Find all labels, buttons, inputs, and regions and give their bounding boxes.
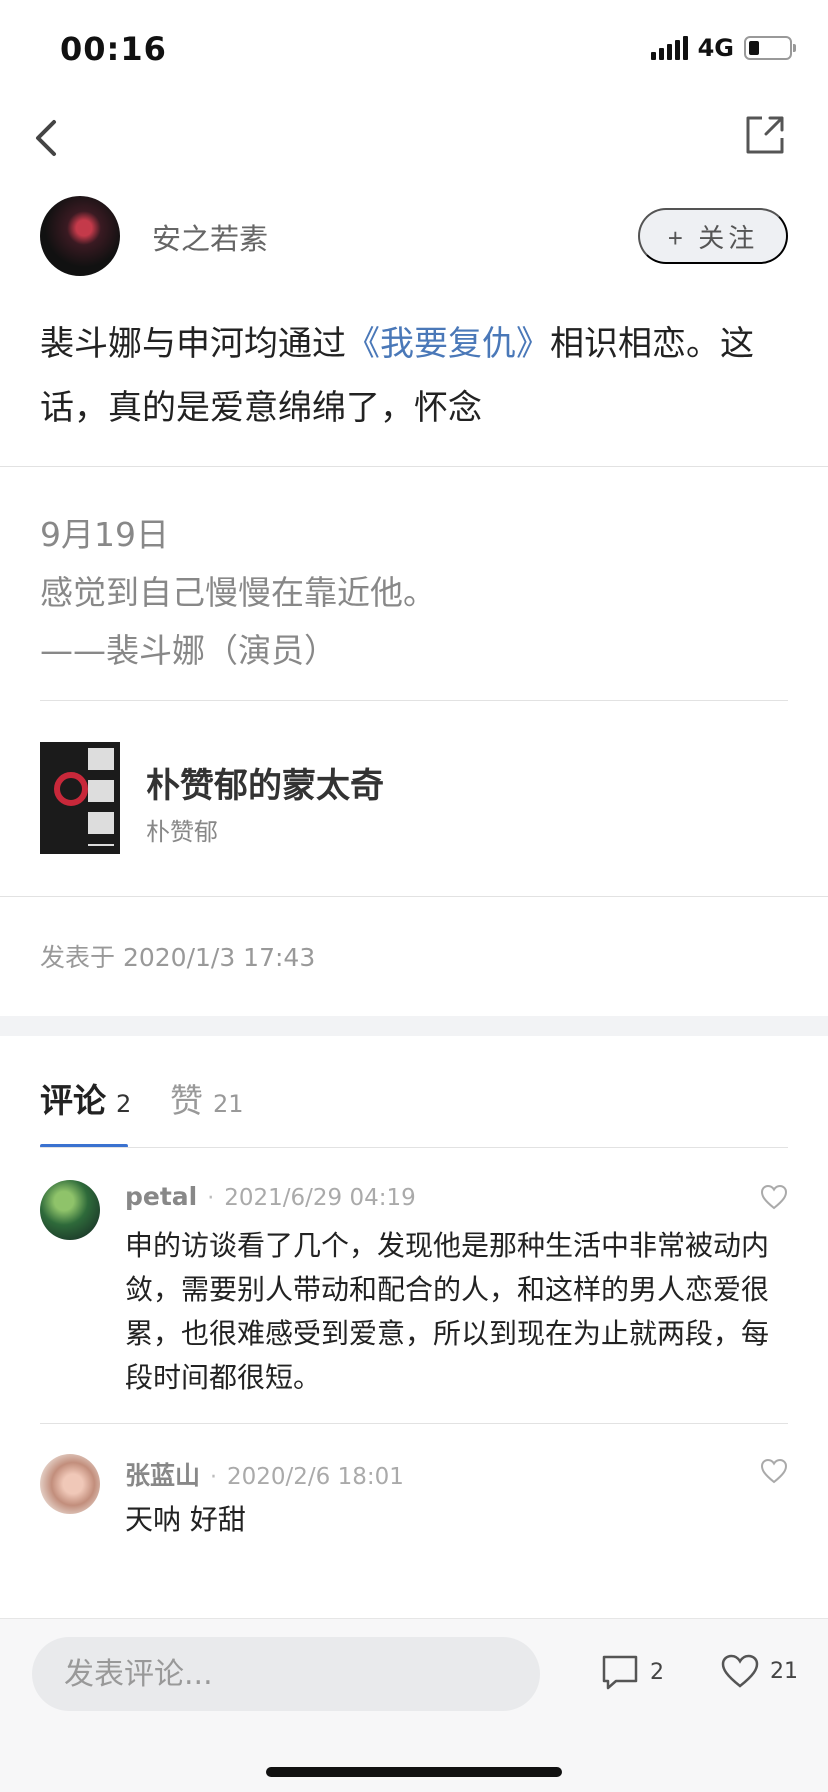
network-label: 4G bbox=[697, 34, 734, 62]
post-link[interactable]: 《我要复仇》 bbox=[346, 324, 550, 364]
bottom-bar: 2 21 bbox=[0, 1618, 828, 1792]
post-content: 裴斗娜与申河均通过《我要复仇》相识相恋。这话，真的是爱意绵绵了，怀念 bbox=[40, 312, 790, 440]
divider bbox=[0, 466, 828, 467]
book-author: 朴赞郁 bbox=[146, 818, 218, 846]
comment-text: 天呐 好甜 bbox=[125, 1503, 246, 1536]
comment-input[interactable] bbox=[32, 1637, 540, 1711]
meta-separator: · bbox=[207, 1186, 215, 1211]
tab-comments-count: 2 bbox=[116, 1090, 132, 1118]
tab-likes-label: 赞 bbox=[170, 1081, 203, 1120]
divider bbox=[40, 1147, 788, 1148]
comment-count: 2 bbox=[650, 1659, 664, 1685]
tab-likes-count: 21 bbox=[213, 1090, 244, 1118]
tab-comments[interactable]: 评论 2 bbox=[40, 1074, 131, 1122]
battery-icon bbox=[744, 36, 796, 60]
tab-likes[interactable]: 赞 21 bbox=[170, 1074, 244, 1122]
signal-icon bbox=[650, 36, 688, 60]
quote-line: 感觉到自己慢慢在靠近他。 bbox=[40, 573, 436, 612]
commenter-avatar[interactable] bbox=[40, 1454, 100, 1514]
comment-date: 2020/2/6 18:01 bbox=[227, 1464, 404, 1490]
book-cover[interactable] bbox=[40, 742, 120, 854]
section-separator bbox=[0, 1016, 828, 1036]
divider bbox=[40, 700, 788, 701]
meta-separator: · bbox=[210, 1465, 218, 1490]
divider bbox=[0, 896, 828, 897]
post-text-before: 裴斗娜与申河均通过 bbox=[40, 324, 346, 364]
author-row: 安之若素 + 关注 bbox=[40, 196, 788, 276]
back-icon[interactable] bbox=[20, 110, 76, 166]
follow-button[interactable]: + 关注 bbox=[638, 208, 788, 264]
status-time: 00:16 bbox=[60, 30, 167, 68]
comment-count-button[interactable]: 2 bbox=[600, 1653, 664, 1691]
tab-comments-label: 评论 bbox=[40, 1081, 106, 1120]
quote-date: 9月19日 bbox=[40, 515, 169, 554]
home-indicator bbox=[266, 1767, 562, 1777]
like-count: 21 bbox=[770, 1658, 798, 1684]
book-title[interactable]: 朴赞郁的蒙太奇 bbox=[146, 758, 384, 807]
nav-bar bbox=[0, 100, 828, 190]
author-avatar[interactable] bbox=[40, 196, 120, 276]
commenter-name[interactable]: petal bbox=[125, 1182, 197, 1211]
heart-icon[interactable] bbox=[760, 1184, 788, 1210]
status-bar: 00:16 4G bbox=[0, 0, 828, 100]
like-count-button[interactable]: 21 bbox=[720, 1653, 798, 1689]
quote-attribution: ——裴斗娜（演员） bbox=[40, 631, 337, 670]
heart-icon bbox=[721, 1654, 759, 1688]
comment-item: 张蓝山 · 2020/2/6 18:01 天呐 好甜 bbox=[40, 1454, 788, 1564]
comment-item: petal · 2021/6/29 04:19 申的访谈看了几个，发现他是那种生… bbox=[40, 1180, 788, 1400]
status-indicators: 4G bbox=[650, 34, 796, 62]
divider bbox=[40, 1423, 788, 1424]
commenter-name[interactable]: 张蓝山 bbox=[125, 1456, 200, 1492]
comment-meta: 张蓝山 · 2020/2/6 18:01 bbox=[125, 1456, 404, 1492]
share-icon[interactable] bbox=[740, 110, 790, 160]
heart-icon[interactable] bbox=[760, 1458, 788, 1484]
author-name[interactable]: 安之若素 bbox=[152, 216, 268, 258]
comment-date: 2021/6/29 04:19 bbox=[224, 1185, 416, 1211]
post-time: 发表于 2020/1/3 17:43 bbox=[40, 943, 316, 972]
quote-block: 9月19日 感觉到自己慢慢在靠近他。 ——裴斗娜（演员） bbox=[40, 506, 788, 680]
comment-text: 申的访谈看了几个，发现他是那种生活中非常被动内敛，需要别人带动和配合的人，和这样… bbox=[125, 1229, 770, 1394]
comment-meta: petal · 2021/6/29 04:19 bbox=[125, 1182, 416, 1211]
commenter-avatar[interactable] bbox=[40, 1180, 100, 1240]
comment-icon bbox=[602, 1655, 638, 1690]
